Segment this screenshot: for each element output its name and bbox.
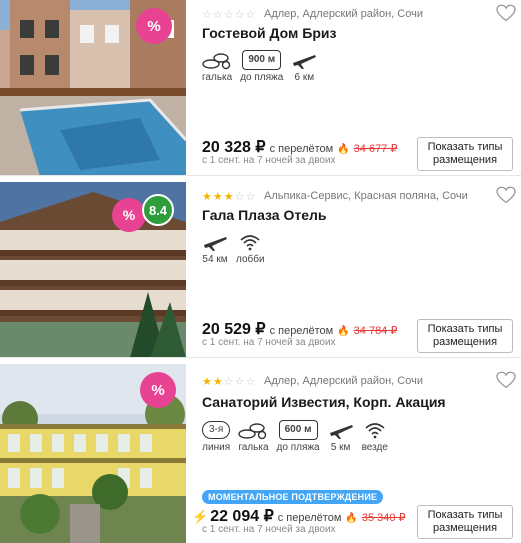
- hotel-card[interactable]: % ☆☆☆☆☆ Адлер, Адлерский район, Сочи Гос…: [0, 0, 521, 176]
- airport-distance: 6 км: [294, 72, 315, 83]
- wifi-icon: [240, 235, 260, 251]
- star-rating: ★★☆☆☆: [202, 375, 256, 388]
- hotel-location: Альпика-Сервис, Красная поляна, Сочи: [264, 190, 468, 202]
- hotel-name[interactable]: Гостевой Дом Бриз: [202, 25, 336, 41]
- sale-percent: %: [151, 381, 165, 399]
- distance-value: 900 м: [242, 50, 282, 70]
- airplane-icon: [204, 237, 227, 251]
- feature-distance: 900 м до пляжа: [240, 48, 283, 83]
- price-row: ⚡ 22 094 ₽ с перелётом 🔥 35 340 ₽: [192, 506, 406, 526]
- trip-dates: с 1 сент. на 7 ночей за двоих: [202, 155, 336, 166]
- stars-filled: ★★: [202, 376, 224, 388]
- hotel-features: галька 900 м до пляжа 6 км: [202, 48, 317, 83]
- old-price: 34 784 ₽: [353, 325, 398, 337]
- stars-empty: ☆☆☆☆☆: [202, 9, 257, 21]
- star-rating: ★★★☆☆: [202, 190, 256, 203]
- sale-badge-icon: %: [140, 372, 176, 408]
- feature-wifi: везде: [362, 418, 388, 453]
- price: 20 328 ₽: [202, 139, 266, 156]
- feature-beach: галька: [238, 418, 269, 453]
- price-suffix: с перелётом: [277, 512, 342, 524]
- feature-airport: 6 км: [291, 48, 317, 83]
- show-room-types-button[interactable]: Показать типы размещения: [417, 505, 513, 539]
- pebbles-icon: [238, 423, 267, 440]
- stars-filled: ★★★: [202, 191, 235, 203]
- star-rating: ☆☆☆☆☆: [202, 8, 256, 21]
- distance-value: 600 м: [278, 420, 318, 440]
- airplane-icon: [293, 55, 317, 69]
- sale-badge-icon: %: [112, 198, 146, 232]
- feature-beach: галька: [202, 48, 232, 83]
- hotel-card[interactable]: % 8.4 ★★★☆☆ Альпика-Сервис, Красная поля…: [0, 182, 521, 358]
- fire-icon: 🔥: [337, 144, 350, 155]
- heart-icon[interactable]: [496, 186, 516, 204]
- feature-wifi: лобби: [236, 230, 265, 265]
- wifi-label: лобби: [236, 254, 265, 265]
- fire-icon: 🔥: [345, 513, 358, 524]
- heart-icon[interactable]: [496, 4, 516, 22]
- instant-confirmation-badge: МОМЕНТАЛЬНОЕ ПОДТВЕРЖДЕНИЕ: [202, 490, 384, 504]
- hotel-card[interactable]: % ★★☆☆☆ Адлер, Адлерский район, Сочи Сан…: [0, 364, 521, 543]
- heart-icon[interactable]: [496, 371, 516, 389]
- price: 20 529 ₽: [202, 321, 266, 338]
- hotel-info: ☆☆☆☆☆ Адлер, Адлерский район, Сочи Госте…: [202, 0, 521, 175]
- feature-distance: 600 м до пляжа: [277, 418, 320, 453]
- line-label: линия: [202, 442, 231, 453]
- airport-distance: 54 км: [202, 254, 228, 265]
- feature-beach-label: галька: [202, 72, 233, 83]
- fire-icon: 🔥: [337, 326, 350, 337]
- old-price: 35 340 ₽: [361, 512, 406, 524]
- stars-empty: ☆☆☆: [223, 376, 257, 388]
- hotel-features: 54 км лобби: [202, 230, 265, 265]
- wifi-label: везде: [361, 442, 388, 453]
- hotel-photo[interactable]: %: [0, 364, 186, 543]
- old-price: 34 677 ₽: [353, 143, 398, 155]
- stars-empty: ☆☆: [234, 191, 257, 203]
- price-suffix: с перелётом: [269, 143, 334, 155]
- trip-dates: с 1 сент. на 7 ночей за двоих: [202, 524, 336, 535]
- pebbles-icon: [202, 53, 231, 70]
- lightning-icon: ⚡: [192, 509, 209, 524]
- price-row: 20 529 ₽ с перелётом 🔥 34 784 ₽: [202, 319, 397, 339]
- rating-badge: 8.4: [142, 194, 174, 226]
- show-room-types-button[interactable]: Показать типы размещения: [417, 137, 513, 171]
- hotel-name[interactable]: Гала Плаза Отель: [202, 207, 327, 223]
- price: 22 094 ₽: [210, 508, 274, 525]
- price-suffix: с перелётом: [269, 325, 334, 337]
- trip-dates: с 1 сент. на 7 ночей за двоих: [202, 337, 336, 348]
- feature-airport: 54 км: [202, 230, 228, 265]
- sale-badge-icon: %: [136, 8, 172, 44]
- hotel-name[interactable]: Санаторий Известия, Корп. Акация: [202, 394, 446, 410]
- hotel-location: Адлер, Адлерский район, Сочи: [264, 8, 423, 20]
- hotel-features: 3-я линия галька 600 м до пляжа 5 км вез…: [202, 418, 388, 453]
- hotel-info: ★★★☆☆ Альпика-Сервис, Красная поляна, Со…: [202, 182, 521, 357]
- distance-label: до пляжа: [240, 72, 284, 83]
- hotel-photo[interactable]: % 8.4: [0, 182, 186, 357]
- sale-percent: %: [122, 207, 136, 223]
- distance-label: до пляжа: [276, 442, 320, 453]
- airport-distance: 5 км: [330, 442, 351, 453]
- sale-percent: %: [147, 17, 161, 35]
- airplane-icon: [329, 425, 353, 439]
- hotel-info: ★★☆☆☆ Адлер, Адлерский район, Сочи Санат…: [192, 364, 521, 543]
- price-row: 20 328 ₽ с перелётом 🔥 34 677 ₽: [202, 137, 397, 157]
- feature-line: 3-я линия: [202, 418, 231, 453]
- hotel-photo[interactable]: %: [0, 0, 186, 175]
- line-value: 3-я: [202, 421, 231, 439]
- wifi-icon: [365, 423, 385, 439]
- feature-beach-label: галька: [238, 442, 269, 453]
- show-room-types-button[interactable]: Показать типы размещения: [417, 319, 513, 353]
- hotel-location: Адлер, Адлерский район, Сочи: [264, 375, 423, 387]
- feature-airport: 5 км: [328, 418, 354, 453]
